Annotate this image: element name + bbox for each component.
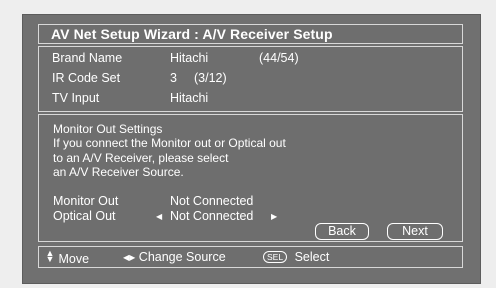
optical-out-value: Not Connected (170, 209, 254, 223)
move-hint-label: Move (58, 252, 90, 266)
ir-code-label: IR Code Set (52, 71, 121, 85)
title-bar: AV Net Setup Wizard : A/V Receiver Setup (38, 24, 463, 44)
settings-desc-line-3: an A/V Receiver Source. (53, 164, 184, 179)
next-button[interactable]: Next (387, 223, 443, 240)
brand-label: Brand Name (52, 51, 123, 65)
select-hint-label: Select (294, 250, 330, 264)
settings-description: Monitor Out Settings If you connect the … (53, 122, 286, 179)
ir-code-count: (3/12) (194, 71, 227, 85)
brand-count: (44/54) (259, 51, 299, 65)
settings-desc-line-2: to an A/V Receiver, please select (53, 150, 229, 165)
arrow-left-icon[interactable]: ◀ (156, 212, 162, 221)
monitor-out-settings-panel: Monitor Out Settings If you connect the … (38, 114, 463, 242)
monitor-out-value: Not Connected (170, 194, 254, 208)
settings-heading: Monitor Out Settings (53, 122, 163, 136)
arrow-right-icon[interactable]: ▶ (271, 212, 277, 221)
tv-input-label: TV Input (52, 91, 100, 105)
tv-input-value: Hitachi (170, 91, 209, 105)
monitor-out-label: Monitor Out (53, 194, 119, 208)
brand-value: Hitachi (170, 51, 209, 65)
move-hint: ▲ ▼ Move (45, 248, 90, 267)
settings-desc-line-1: If you connect the Monitor out or Optica… (53, 136, 286, 151)
change-source-hint-label: Change Source (138, 250, 226, 264)
wizard-title: AV Net Setup Wizard : A/V Receiver Setup (51, 26, 333, 42)
select-hint: SEL Select (263, 250, 329, 264)
sel-key-icon: SEL (263, 251, 288, 263)
receiver-info-panel: Brand Name Hitachi (44/54) IR Code Set 3… (38, 46, 463, 112)
left-right-arrow-icon: ◀▶ (123, 253, 136, 262)
up-down-arrow-icon: ▲ ▼ (45, 248, 55, 264)
back-button[interactable]: Back (315, 223, 369, 240)
ir-code-value: 3 (170, 71, 177, 85)
navigation-hint-bar: ▲ ▼ Move ◀▶ Change Source SEL Select (38, 246, 463, 268)
optical-out-label: Optical Out (53, 209, 116, 223)
change-source-hint: ◀▶ Change Source (123, 250, 226, 264)
